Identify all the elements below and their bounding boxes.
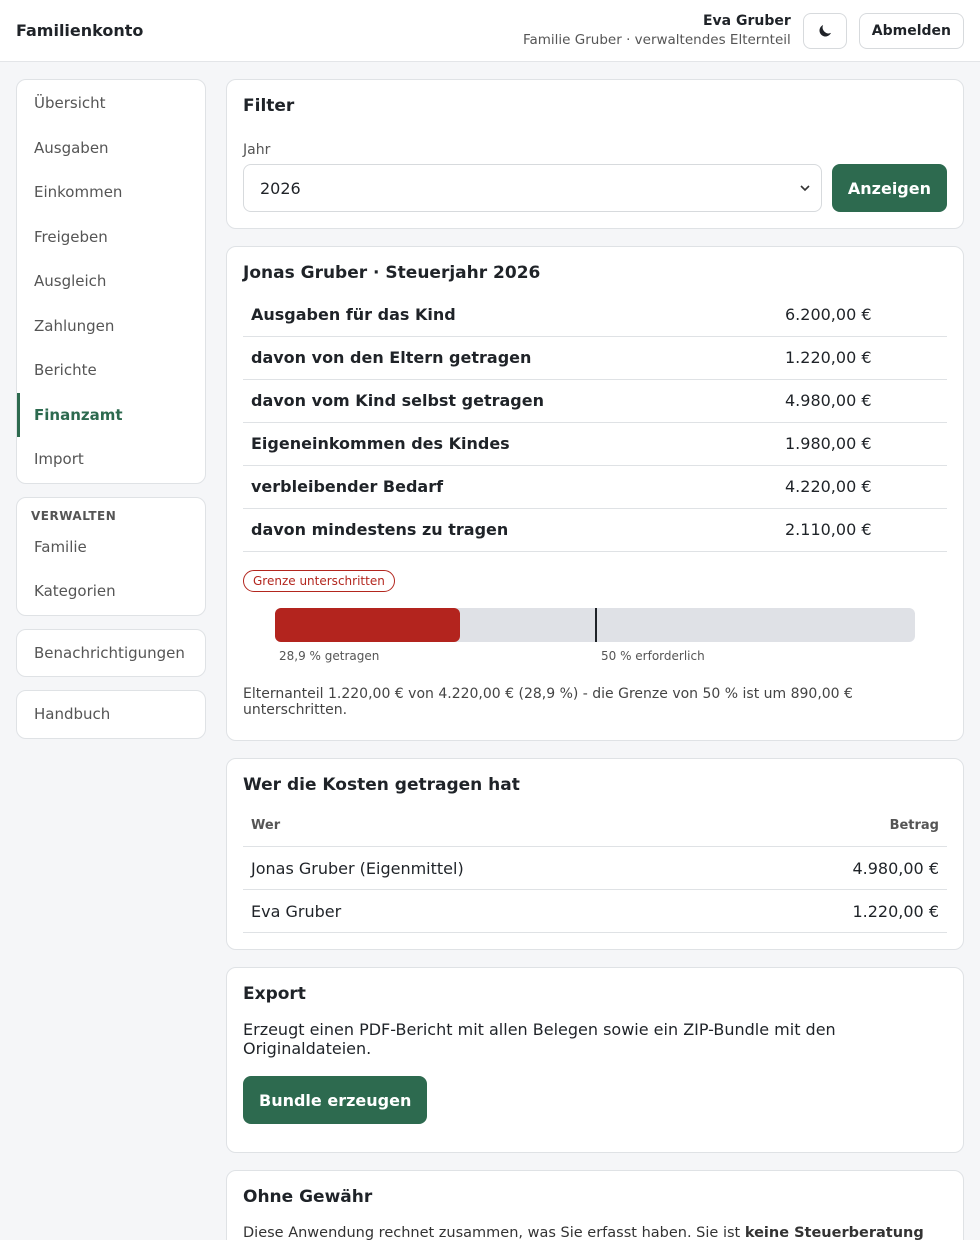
summary-label: Ausgaben für das Kind <box>243 293 777 337</box>
threshold-label: 50 % erforderlich <box>601 648 705 663</box>
sidebar-item-freigeben[interactable]: Freigeben <box>17 215 205 260</box>
year-select[interactable]: 2026 <box>243 164 822 212</box>
main-content: Filter Jahr 2026 Anzeigen Jonas Gruber ·… <box>226 79 964 1240</box>
show-button[interactable]: Anzeigen <box>831 164 947 212</box>
payers-card: Wer die Kosten getragen hat Wer Betrag J… <box>226 757 964 950</box>
theme-toggle-button[interactable] <box>802 12 847 49</box>
export-card: Export Erzeugt einen PDF-Bericht mit all… <box>226 967 964 1153</box>
logout-button[interactable]: Abmelden <box>858 12 964 49</box>
table-row: davon mindestens zu tragen 2.110,00 € <box>243 508 947 552</box>
share-progress-bar <box>275 607 915 642</box>
share-note: Elternanteil 1.220,00 € von 4.220,00 € (… <box>243 685 853 718</box>
sidebar-item-handbuch[interactable]: Handbuch <box>17 692 205 737</box>
summary-value: 1.980,00 € <box>777 422 947 466</box>
chevron-down-icon <box>800 185 810 192</box>
progress-label: 28,9 % getragen <box>279 648 380 663</box>
summary-label: Eigeneinkommen des Kindes <box>243 422 777 466</box>
disclaimer-text-start: Diese Anwendung rechnet zusammen, was Si… <box>243 1225 745 1240</box>
sidebar-item-familie[interactable]: Familie <box>17 525 205 570</box>
sidebar-item-finanzamt[interactable]: Finanzamt <box>17 392 205 437</box>
summary-label: davon mindestens zu tragen <box>243 508 777 552</box>
table-row: Eigeneinkommen des Kindes 1.980,00 € <box>243 422 947 466</box>
export-title: Export <box>243 984 306 1004</box>
sidebar-item-benachrichtigungen[interactable]: Benachrichtigungen <box>17 631 205 676</box>
share-progress-fill <box>275 607 460 642</box>
summary-value: 2.110,00 € <box>777 508 947 552</box>
filter-title: Filter <box>243 96 295 116</box>
create-bundle-button[interactable]: Bundle erzeugen <box>243 1076 428 1124</box>
payers-table: Wer Betrag Jonas Gruber (Eigenmittel) 4.… <box>243 804 947 933</box>
table-row: Eva Gruber 1.220,00 € <box>243 889 947 933</box>
disclaimer-title: Ohne Gewähr <box>243 1187 373 1207</box>
summary-table: Ausgaben für das Kind 6.200,00 € davon vo… <box>243 293 947 552</box>
summary-value: 4.220,00 € <box>777 465 947 509</box>
sidebar-item-einkommen[interactable]: Einkommen <box>17 170 205 215</box>
sidebar-item-kategorien[interactable]: Kategorien <box>17 569 205 614</box>
payer-name: Jonas Gruber (Eigenmittel) <box>243 846 730 890</box>
sidebar: Übersicht Ausgaben Einkommen Freigeben A… <box>16 79 206 1240</box>
payer-amount: 1.220,00 € <box>729 889 947 933</box>
main-nav: Übersicht Ausgaben Einkommen Freigeben A… <box>16 79 206 484</box>
table-row: verbleibender Bedarf 4.220,00 € <box>243 465 947 509</box>
manual-nav: Handbuch <box>16 690 206 739</box>
column-header-who: Wer <box>243 804 730 847</box>
table-row: davon vom Kind selbst getragen 4.980,00 € <box>243 379 947 423</box>
top-bar: Familienkonto Eva Gruber Familie Gruber … <box>0 0 980 62</box>
filter-card: Filter Jahr 2026 Anzeigen <box>226 79 964 229</box>
moon-icon <box>819 24 831 37</box>
export-description: Erzeugt einen PDF-Bericht mit allen Bele… <box>243 1020 836 1058</box>
status-badge: Grenze unterschritten <box>243 569 395 592</box>
summary-value: 1.220,00 € <box>777 336 947 380</box>
disclaimer-text-bold: keine Steuerberatung <box>744 1225 924 1240</box>
sidebar-item-zahlungen[interactable]: Zahlungen <box>17 304 205 349</box>
threshold-marker <box>595 607 597 642</box>
sidebar-item-ausgaben[interactable]: Ausgaben <box>17 126 205 171</box>
disclaimer-text: Diese Anwendung rechnet zusammen, was Si… <box>243 1225 947 1240</box>
summary-label: verbleibender Bedarf <box>243 465 777 509</box>
disclaimer-card: Ohne Gewähr Diese Anwendung rechnet zusa… <box>226 1170 964 1240</box>
summary-value: 6.200,00 € <box>777 293 947 337</box>
table-row: Jonas Gruber (Eigenmittel) 4.980,00 € <box>243 846 947 890</box>
user-name: Eva Gruber <box>702 13 791 29</box>
payer-name: Eva Gruber <box>243 889 730 933</box>
payers-title: Wer die Kosten getragen hat <box>243 774 520 795</box>
payer-amount: 4.980,00 € <box>729 846 947 890</box>
sidebar-item-import[interactable]: Import <box>17 437 205 482</box>
sidebar-section-heading: VERWALTEN <box>31 508 117 523</box>
user-role: Familie Gruber · verwaltendes Elternteil <box>522 32 791 48</box>
user-info: Eva Gruber Familie Gruber · verwaltendes… <box>523 13 791 48</box>
app-brand[interactable]: Familienkonto <box>16 21 143 40</box>
summary-label: davon vom Kind selbst getragen <box>243 379 777 423</box>
year-label: Jahr <box>243 142 271 158</box>
summary-label: davon von den Eltern getragen <box>243 336 777 380</box>
notifications-nav: Benachrichtigungen <box>16 628 206 677</box>
summary-title: Jonas Gruber · Steuerjahr 2026 <box>243 263 541 283</box>
table-header-row: Wer Betrag <box>243 804 947 847</box>
sidebar-item-berichte[interactable]: Berichte <box>17 348 205 393</box>
year-select-value: 2026 <box>260 178 301 198</box>
sidebar-item-ausgleich[interactable]: Ausgleich <box>17 259 205 304</box>
tax-summary-card: Jonas Gruber · Steuerjahr 2026 Ausgaben … <box>226 246 964 741</box>
manage-nav: VERWALTEN Familie Kategorien <box>16 496 206 616</box>
table-row: Ausgaben für das Kind 6.200,00 € <box>243 293 947 337</box>
column-header-amount: Betrag <box>729 804 947 847</box>
sidebar-item-uebersicht[interactable]: Übersicht <box>17 81 205 126</box>
summary-value: 4.980,00 € <box>777 379 947 423</box>
table-row: davon von den Eltern getragen 1.220,00 € <box>243 336 947 380</box>
